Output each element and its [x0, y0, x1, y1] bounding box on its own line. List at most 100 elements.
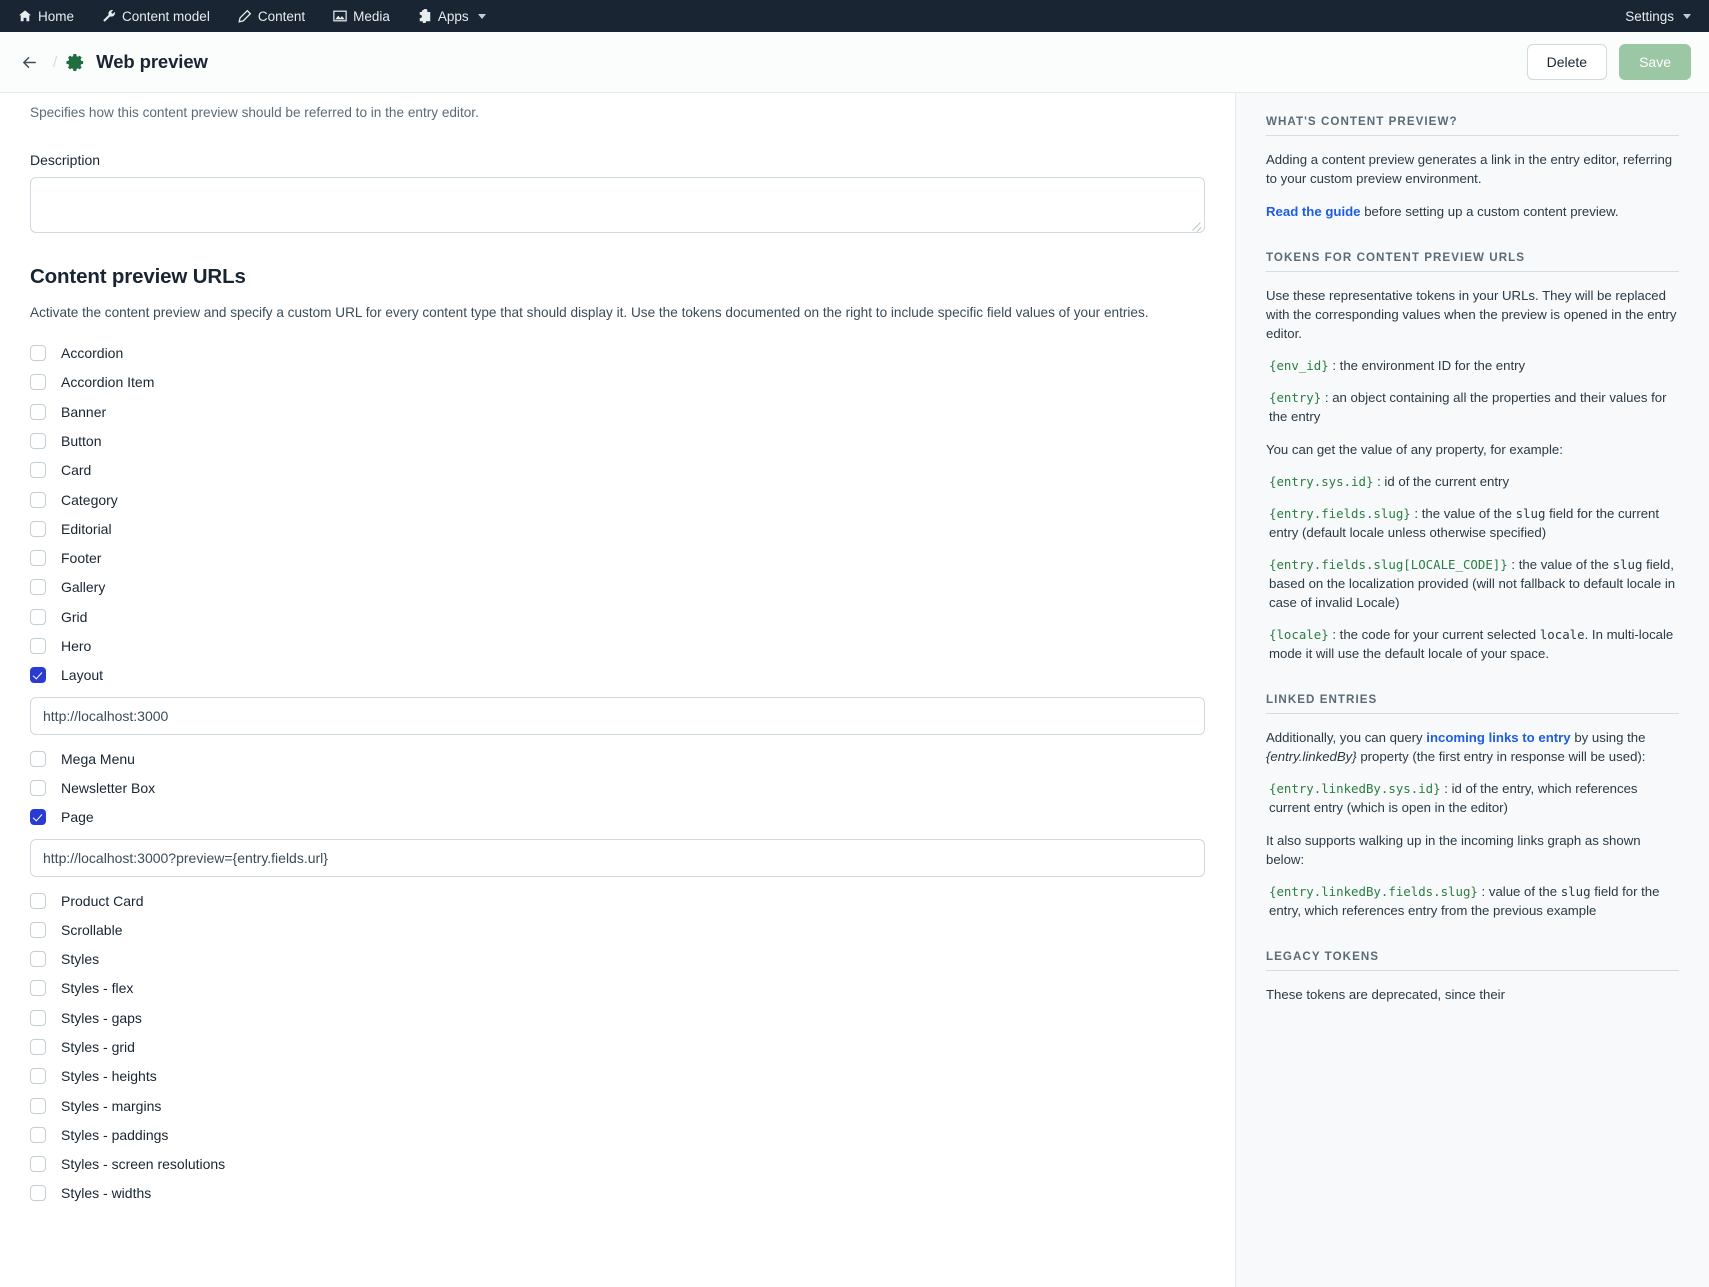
- incoming-links-to-entry-link[interactable]: incoming links to entry: [1426, 730, 1570, 745]
- content-type-row[interactable]: Card: [30, 456, 1205, 485]
- content-type-label[interactable]: Gallery: [61, 579, 105, 595]
- description-label: Description: [30, 152, 1205, 168]
- nav-item-content-model[interactable]: Content model: [88, 0, 224, 32]
- content-type-label[interactable]: Styles - widths: [61, 1185, 151, 1201]
- description-textarea[interactable]: [30, 177, 1205, 233]
- content-type-label[interactable]: Styles: [61, 951, 99, 967]
- name-helper-text: Specifies how this content preview shoul…: [30, 93, 1205, 123]
- content-type-label[interactable]: Editorial: [61, 521, 112, 537]
- content-type-checkbox[interactable]: [30, 521, 46, 537]
- delete-button[interactable]: Delete: [1527, 44, 1607, 81]
- content-preview-url-input[interactable]: [30, 697, 1205, 735]
- content-type-checkbox[interactable]: [30, 667, 46, 683]
- content-type-checkbox[interactable]: [30, 780, 46, 796]
- content-type-row[interactable]: Styles - margins: [30, 1091, 1205, 1120]
- content-type-row[interactable]: Accordion Item: [30, 368, 1205, 397]
- content-type-label[interactable]: Accordion: [61, 345, 123, 361]
- content-type-label[interactable]: Styles - grid: [61, 1039, 135, 1055]
- content-type-label[interactable]: Hero: [61, 638, 91, 654]
- content-type-label[interactable]: Product Card: [61, 893, 143, 909]
- nav-item-apps[interactable]: Apps: [404, 0, 500, 32]
- save-button[interactable]: Save: [1619, 44, 1691, 81]
- content-type-checkbox[interactable]: [30, 609, 46, 625]
- content-type-label[interactable]: Styles - screen resolutions: [61, 1156, 225, 1172]
- content-type-label[interactable]: Styles - paddings: [61, 1127, 168, 1143]
- content-type-label[interactable]: Newsletter Box: [61, 780, 155, 796]
- content-type-checkbox[interactable]: [30, 1068, 46, 1084]
- content-type-row[interactable]: Scrollable: [30, 915, 1205, 944]
- content-type-checkbox[interactable]: [30, 404, 46, 420]
- content-type-row[interactable]: Footer: [30, 543, 1205, 572]
- content-type-checkbox[interactable]: [30, 893, 46, 909]
- nav-item-home[interactable]: Home: [18, 0, 88, 32]
- page-title-group: Web preview: [66, 51, 208, 73]
- page-title: Web preview: [96, 51, 208, 73]
- content-type-row[interactable]: Styles: [30, 944, 1205, 973]
- content-type-checkbox[interactable]: [30, 492, 46, 508]
- content-type-label[interactable]: Card: [61, 462, 91, 478]
- content-type-checkbox[interactable]: [30, 1039, 46, 1055]
- content-type-label[interactable]: Button: [61, 433, 101, 449]
- content-type-row[interactable]: Page: [30, 803, 1205, 832]
- content-type-checkbox[interactable]: [30, 980, 46, 996]
- content-type-label[interactable]: Styles - flex: [61, 980, 133, 996]
- content-preview-url-input[interactable]: [30, 839, 1205, 877]
- content-type-row[interactable]: Banner: [30, 397, 1205, 426]
- nav-item-media[interactable]: Media: [319, 0, 404, 32]
- content-type-row[interactable]: Gallery: [30, 573, 1205, 602]
- content-type-label[interactable]: Mega Menu: [61, 751, 135, 767]
- content-type-checkbox[interactable]: [30, 951, 46, 967]
- content-type-row[interactable]: Styles - widths: [30, 1179, 1205, 1208]
- content-type-row[interactable]: Styles - paddings: [30, 1120, 1205, 1149]
- content-type-row[interactable]: Styles - screen resolutions: [30, 1150, 1205, 1179]
- content-type-label[interactable]: Grid: [61, 609, 87, 625]
- content-type-checkbox[interactable]: [30, 809, 46, 825]
- content-type-label[interactable]: Category: [61, 492, 118, 508]
- puzzle-icon: [418, 9, 432, 23]
- content-type-label[interactable]: Styles - gaps: [61, 1010, 142, 1026]
- content-type-label[interactable]: Scrollable: [61, 922, 122, 938]
- content-type-checkbox[interactable]: [30, 550, 46, 566]
- content-type-checkbox[interactable]: [30, 1098, 46, 1114]
- content-type-label[interactable]: Styles - heights: [61, 1068, 157, 1084]
- content-type-row[interactable]: Category: [30, 485, 1205, 514]
- content-type-row[interactable]: Mega Menu: [30, 744, 1205, 773]
- content-type-checkbox[interactable]: [30, 922, 46, 938]
- content-type-row[interactable]: Button: [30, 426, 1205, 455]
- content-type-row[interactable]: Grid: [30, 602, 1205, 631]
- content-type-checkbox[interactable]: [30, 579, 46, 595]
- gear-icon: [66, 53, 85, 72]
- resize-handle-icon[interactable]: [1191, 219, 1202, 230]
- content-type-label[interactable]: Layout: [61, 667, 103, 683]
- content-type-checkbox[interactable]: [30, 1010, 46, 1026]
- content-type-checkbox[interactable]: [30, 1127, 46, 1143]
- content-type-row[interactable]: Product Card: [30, 886, 1205, 915]
- content-type-row[interactable]: Layout: [30, 661, 1205, 690]
- inline-slug-3: slug: [1561, 884, 1591, 899]
- content-type-row[interactable]: Newsletter Box: [30, 773, 1205, 802]
- read-the-guide-link[interactable]: Read the guide: [1266, 204, 1361, 219]
- content-type-checkbox[interactable]: [30, 751, 46, 767]
- content-type-row[interactable]: Styles - heights: [30, 1062, 1205, 1091]
- content-type-label[interactable]: Styles - margins: [61, 1098, 161, 1114]
- content-type-checkbox[interactable]: [30, 638, 46, 654]
- content-type-row[interactable]: Styles - grid: [30, 1032, 1205, 1061]
- content-type-checkbox[interactable]: [30, 433, 46, 449]
- content-type-row[interactable]: Accordion: [30, 338, 1205, 367]
- content-type-checkbox[interactable]: [30, 1156, 46, 1172]
- content-type-row[interactable]: Editorial: [30, 514, 1205, 543]
- content-type-checkbox[interactable]: [30, 374, 46, 390]
- content-type-row[interactable]: Hero: [30, 631, 1205, 660]
- content-type-checkbox[interactable]: [30, 1185, 46, 1201]
- nav-item-content[interactable]: Content: [224, 0, 319, 32]
- content-type-checkbox[interactable]: [30, 345, 46, 361]
- nav-item-settings[interactable]: Settings: [1611, 0, 1691, 32]
- content-type-label[interactable]: Banner: [61, 404, 106, 420]
- back-button[interactable]: [14, 47, 44, 77]
- content-type-row[interactable]: Styles - flex: [30, 974, 1205, 1003]
- content-type-row[interactable]: Styles - gaps: [30, 1003, 1205, 1032]
- content-type-label[interactable]: Accordion Item: [61, 374, 154, 390]
- content-type-label[interactable]: Footer: [61, 550, 101, 566]
- content-type-label[interactable]: Page: [61, 809, 94, 825]
- content-type-checkbox[interactable]: [30, 462, 46, 478]
